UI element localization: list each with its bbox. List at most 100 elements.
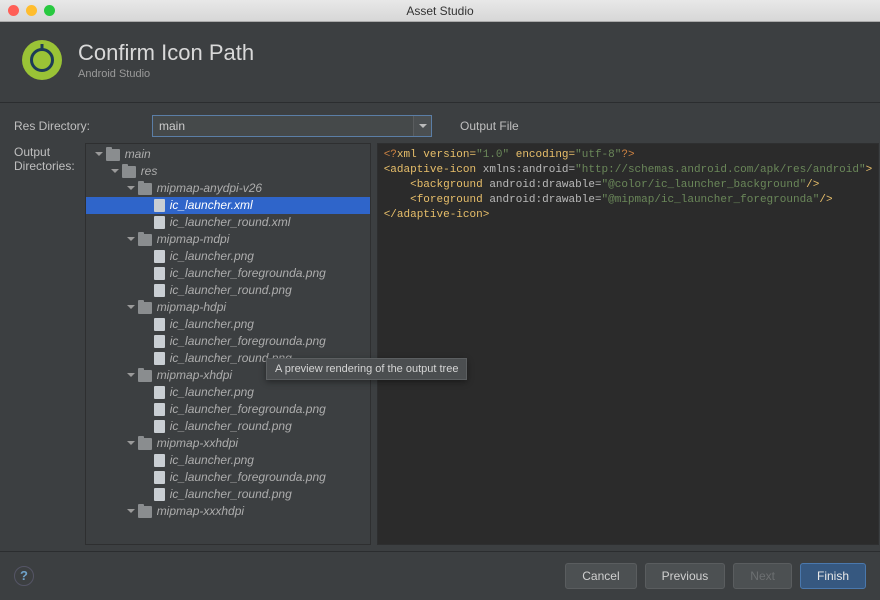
file-icon: [154, 403, 165, 416]
tree-item-label: mipmap-mdpi: [157, 231, 230, 248]
tree-item-label: mipmap-anydpi-v26: [157, 180, 262, 197]
android-studio-icon: [22, 40, 62, 80]
spacer: [142, 456, 152, 466]
res-directory-label: Res Directory:: [14, 119, 142, 133]
folder-icon: [138, 302, 152, 314]
spacer: [142, 286, 152, 296]
disclosure-triangle-icon[interactable]: [110, 167, 120, 177]
tree-item-label: main: [125, 146, 151, 163]
tree-item-label: ic_launcher.xml: [170, 197, 253, 214]
tree-item-label: mipmap-xxhdpi: [157, 435, 238, 452]
disclosure-triangle-icon[interactable]: [126, 235, 136, 245]
tree-item-label: ic_launcher_round.xml: [170, 214, 291, 231]
disclosure-triangle-icon[interactable]: [94, 150, 104, 160]
file-icon: [154, 216, 165, 229]
tree-folder[interactable]: mipmap-mdpi: [86, 231, 370, 248]
tree-file[interactable]: ic_launcher.png: [86, 316, 370, 333]
tree-file[interactable]: ic_launcher_foregrounda.png: [86, 265, 370, 282]
tree-item-label: ic_launcher_foregrounda.png: [170, 265, 326, 282]
spacer: [142, 422, 152, 432]
spacer: [142, 201, 152, 211]
folder-icon: [138, 234, 152, 246]
disclosure-triangle-icon[interactable]: [126, 184, 136, 194]
tree-file[interactable]: ic_launcher_foregrounda.png: [86, 469, 370, 486]
tooltip: A preview rendering of the output tree: [266, 358, 467, 380]
tree-file[interactable]: ic_launcher_round.xml: [86, 214, 370, 231]
tree-item-label: ic_launcher_foregrounda.png: [170, 401, 326, 418]
tree-file[interactable]: ic_launcher.xml: [86, 197, 370, 214]
file-icon: [154, 386, 165, 399]
folder-icon: [138, 506, 152, 518]
tree-file[interactable]: ic_launcher.png: [86, 452, 370, 469]
spacer: [142, 218, 152, 228]
file-icon: [154, 488, 165, 501]
file-icon: [154, 199, 165, 212]
file-icon: [154, 420, 165, 433]
spacer: [142, 388, 152, 398]
disclosure-triangle-icon[interactable]: [126, 303, 136, 313]
tree-folder[interactable]: res: [86, 163, 370, 180]
tree-item-label: mipmap-xxxhdpi: [157, 503, 244, 520]
tree-item-label: ic_launcher_round.png: [170, 282, 292, 299]
file-icon: [154, 267, 165, 280]
page-title: Confirm Icon Path: [78, 40, 254, 66]
disclosure-triangle-icon[interactable]: [126, 507, 136, 517]
tree-item-label: ic_launcher_round.png: [170, 486, 292, 503]
disclosure-triangle-icon[interactable]: [126, 439, 136, 449]
folder-icon: [138, 183, 152, 195]
file-icon: [154, 352, 165, 365]
tree-item-label: ic_launcher.png: [170, 384, 254, 401]
tree-folder[interactable]: mipmap-xxxhdpi: [86, 503, 370, 520]
spacer: [142, 490, 152, 500]
tree-item-label: ic_launcher.png: [170, 248, 254, 265]
file-icon: [154, 471, 165, 484]
tree-file[interactable]: ic_launcher_round.png: [86, 282, 370, 299]
tree-item-label: ic_launcher_foregrounda.png: [170, 469, 326, 486]
file-icon: [154, 335, 165, 348]
spacer: [142, 252, 152, 262]
tree-item-label: ic_launcher_round.png: [170, 418, 292, 435]
xml-text: xml version=: [397, 149, 476, 161]
res-directory-select[interactable]: main: [152, 115, 432, 137]
tree-folder[interactable]: mipmap-xxhdpi: [86, 435, 370, 452]
dialog-footer: ? Cancel Previous Next Finish: [0, 551, 880, 599]
spacer: [142, 405, 152, 415]
previous-button[interactable]: Previous: [645, 563, 726, 589]
tree-item-label: ic_launcher_foregrounda.png: [170, 333, 326, 350]
res-directory-value: main: [159, 119, 185, 133]
spacer: [142, 320, 152, 330]
dialog-header: Confirm Icon Path Android Studio: [0, 22, 880, 103]
tree-item-label: ic_launcher.png: [170, 316, 254, 333]
tree-file[interactable]: ic_launcher_round.png: [86, 486, 370, 503]
tree-folder[interactable]: mipmap-anydpi-v26: [86, 180, 370, 197]
folder-icon: [122, 166, 136, 178]
window-title: Asset Studio: [0, 4, 880, 18]
file-icon: [154, 250, 165, 263]
tree-item-label: mipmap-xhdpi: [157, 367, 232, 384]
spacer: [142, 337, 152, 347]
output-file-label: Output File: [458, 119, 519, 133]
finish-button[interactable]: Finish: [800, 563, 866, 589]
tree-file[interactable]: ic_launcher.png: [86, 248, 370, 265]
tree-file[interactable]: ic_launcher_foregrounda.png: [86, 333, 370, 350]
tree-item-label: res: [141, 163, 158, 180]
file-icon: [154, 454, 165, 467]
tree-folder[interactable]: mipmap-hdpi: [86, 299, 370, 316]
folder-icon: [106, 149, 120, 161]
tree-item-label: ic_launcher.png: [170, 452, 254, 469]
output-directories-tree[interactable]: mainresmipmap-anydpi-v26ic_launcher.xmli…: [85, 143, 371, 545]
folder-icon: [138, 370, 152, 382]
tree-item-label: mipmap-hdpi: [157, 299, 226, 316]
file-icon: [154, 318, 165, 331]
tree-file[interactable]: ic_launcher.png: [86, 384, 370, 401]
help-button[interactable]: ?: [14, 566, 34, 586]
disclosure-triangle-icon[interactable]: [126, 371, 136, 381]
tree-file[interactable]: ic_launcher_foregrounda.png: [86, 401, 370, 418]
page-subtitle: Android Studio: [78, 68, 254, 80]
tree-file[interactable]: ic_launcher_round.png: [86, 418, 370, 435]
output-file-preview[interactable]: <?xml version="1.0" encoding="utf-8"?> <…: [377, 143, 880, 545]
tree-folder[interactable]: main: [86, 146, 370, 163]
spacer: [142, 473, 152, 483]
chevron-down-icon: [413, 116, 431, 136]
cancel-button[interactable]: Cancel: [565, 563, 636, 589]
